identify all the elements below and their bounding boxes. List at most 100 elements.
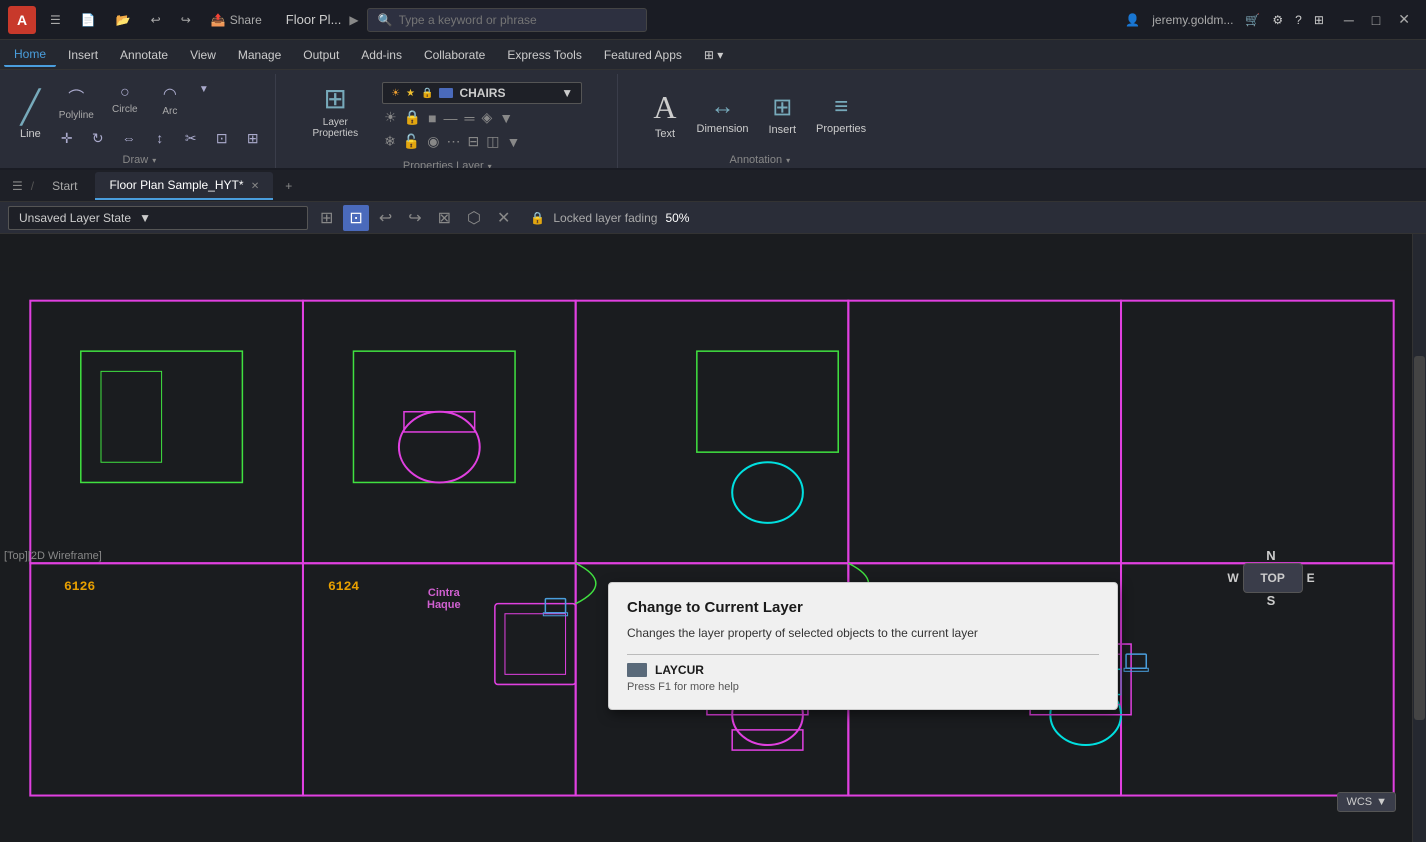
menu-expand[interactable]: ⊞ ▾: [694, 44, 733, 66]
compass-n-label: N: [1266, 548, 1275, 563]
search-input[interactable]: [399, 13, 619, 27]
layer-vp-lt-btn[interactable]: ⋯: [444, 131, 462, 152]
layer-trans-btn[interactable]: ◈: [479, 107, 494, 128]
tab-floor-plan[interactable]: Floor Plan Sample_HYT* ✕: [95, 172, 273, 200]
mirror-tool[interactable]: ⇔: [115, 128, 143, 149]
menu-view[interactable]: View: [180, 44, 226, 66]
mirror-icon: ⇔: [122, 130, 136, 146]
compass-top-btn[interactable]: TOP: [1243, 563, 1303, 593]
layer-vp-trans-btn[interactable]: ◫: [484, 131, 501, 152]
rotate-tool[interactable]: ↻: [84, 128, 112, 149]
layer-tb-6-btn[interactable]: ⬡: [461, 205, 487, 231]
tooltip-popup: Change to Current Layer Changes the laye…: [608, 582, 1118, 710]
layer-vp-lw-btn[interactable]: ⊟: [465, 131, 481, 152]
new-btn[interactable]: 📄: [75, 11, 102, 29]
save-undo[interactable]: ↩: [145, 11, 167, 29]
user-icon: 👤: [1125, 13, 1140, 27]
circle-label: Circle: [112, 104, 138, 115]
layer-lw-btn[interactable]: ═: [463, 108, 477, 128]
menu-output[interactable]: Output: [293, 44, 349, 66]
layer-group-label: Properties Layer ▾: [286, 156, 609, 170]
array-tool[interactable]: ⊞: [239, 128, 267, 149]
text-tool[interactable]: A Text: [645, 85, 684, 144]
more-draw-tool[interactable]: ▼: [193, 80, 215, 125]
room-6126: 6126: [64, 579, 95, 594]
app-logo: A: [8, 6, 36, 34]
layer-linetype-btn[interactable]: —: [442, 108, 460, 128]
polyline-label: Polyline: [59, 110, 94, 121]
compass-e-label: E: [1307, 571, 1315, 585]
nav-cube: N W TOP E S: [1216, 548, 1326, 718]
app-container: A ☰ 📄 📂 ↩ ↪ 📤 Share Floor Pl... ▶ 🔍 👤 je…: [0, 0, 1426, 842]
dimension-tool[interactable]: ↔ Dimension: [689, 89, 757, 139]
main-area: [Top][2D Wireframe]: [0, 234, 1426, 842]
layer-properties-tool[interactable]: ⊞ LayerProperties: [305, 78, 367, 143]
layer-vp-freeze-btn[interactable]: ❄: [382, 131, 398, 152]
move-tool[interactable]: ✛: [53, 128, 81, 149]
scale-tool[interactable]: ⊡: [208, 128, 236, 149]
insert-tool[interactable]: ⊞ Insert: [761, 89, 805, 140]
maximize-btn[interactable]: □: [1364, 9, 1388, 30]
search-bar[interactable]: 🔍: [367, 8, 647, 32]
circle-tool[interactable]: ○ Circle: [103, 80, 147, 125]
layer-state-dropdown[interactable]: Unsaved Layer State ▼: [8, 206, 308, 230]
arc-tool[interactable]: ◠ Arc: [150, 80, 190, 125]
layer-color-swatch: [439, 88, 453, 98]
win-controls: ─ □ ✕: [1336, 9, 1418, 30]
menu-home[interactable]: Home: [4, 43, 56, 67]
compass-row: W TOP E: [1227, 563, 1314, 593]
layer-tb-1-btn[interactable]: ⊞: [314, 205, 339, 231]
menu-insert[interactable]: Insert: [58, 44, 108, 66]
layer-vp-lock-btn[interactable]: 🔓: [401, 131, 422, 152]
right-scrollbar[interactable]: [1412, 234, 1426, 842]
layer-props-icon: ⊞: [324, 82, 347, 115]
layer-color-btn[interactable]: ■: [426, 108, 438, 128]
layer-properties-label: LayerProperties: [313, 117, 359, 139]
canvas-area[interactable]: 6126 6124 6127 6125 6123 6121 CintraHaqu…: [0, 234, 1426, 842]
layer-vp-more-btn[interactable]: ▼: [504, 132, 522, 152]
menu-express[interactable]: Express Tools: [497, 44, 591, 66]
layer-tb-delete-btn[interactable]: ✕: [491, 205, 516, 231]
layer-tb-4-btn[interactable]: ↪: [402, 205, 427, 231]
layer-lock-btn[interactable]: 🔒: [402, 107, 423, 128]
layer-dropdown[interactable]: ☀ ★ 🔒 CHAIRS ▼: [382, 82, 582, 104]
menu-annotate[interactable]: Annotate: [110, 44, 178, 66]
tab-add-icon[interactable]: +: [277, 175, 300, 197]
trim-tool[interactable]: ✂: [177, 128, 205, 149]
arc-icon: ◠: [163, 84, 177, 104]
scale-icon: ⊡: [216, 130, 228, 147]
trim-icon: ✂: [185, 130, 197, 147]
menu-collaborate[interactable]: Collaborate: [414, 44, 495, 66]
tab-close-icon[interactable]: ✕: [251, 181, 259, 192]
properties-icon: ≡: [834, 93, 848, 121]
layer-tb-3-btn[interactable]: ↩: [373, 205, 398, 231]
line-tool[interactable]: ╱ Line: [12, 84, 49, 144]
properties-tool[interactable]: ≡ Properties: [808, 89, 874, 139]
layer-tb-2-btn[interactable]: ⊡: [343, 205, 368, 231]
minimize-btn[interactable]: ─: [1336, 9, 1362, 30]
polyline-tool[interactable]: ⌒ Polyline: [53, 80, 100, 125]
layer-vp-color-btn[interactable]: ◉: [425, 131, 441, 152]
tab-start[interactable]: Start: [38, 173, 91, 199]
text-icon: A: [653, 89, 676, 126]
stretch-tool[interactable]: ↕: [146, 128, 174, 149]
stretch-icon: ↕: [156, 130, 163, 146]
layer-freeze-btn[interactable]: ☀: [382, 107, 399, 128]
open-btn[interactable]: 📂: [110, 11, 137, 29]
tooltip-description: Changes the layer property of selected o…: [627, 624, 1099, 642]
tab-hamburger-icon[interactable]: ☰: [8, 175, 27, 197]
annotation-tools-row: A Text ↔ Dimension ⊞ Insert ≡ Properties: [645, 74, 874, 150]
layer-more-btn[interactable]: ▼: [497, 108, 515, 128]
menu-manage[interactable]: Manage: [228, 44, 291, 66]
save-redo[interactable]: ↪: [175, 11, 197, 29]
close-btn[interactable]: ✕: [1390, 9, 1418, 30]
menu-addins[interactable]: Add-ins: [351, 44, 412, 66]
menu-btn[interactable]: ☰: [44, 11, 67, 29]
star-icon: ★: [406, 88, 415, 99]
layer-arrow-icon: ▾: [488, 162, 492, 171]
search-icon: 🔍: [378, 13, 393, 27]
layer-tb-5-btn[interactable]: ⊠: [432, 205, 457, 231]
menu-featured[interactable]: Featured Apps: [594, 44, 692, 66]
wcs-btn[interactable]: WCS ▼: [1337, 792, 1396, 812]
share-btn[interactable]: 📤 Share: [205, 11, 268, 29]
